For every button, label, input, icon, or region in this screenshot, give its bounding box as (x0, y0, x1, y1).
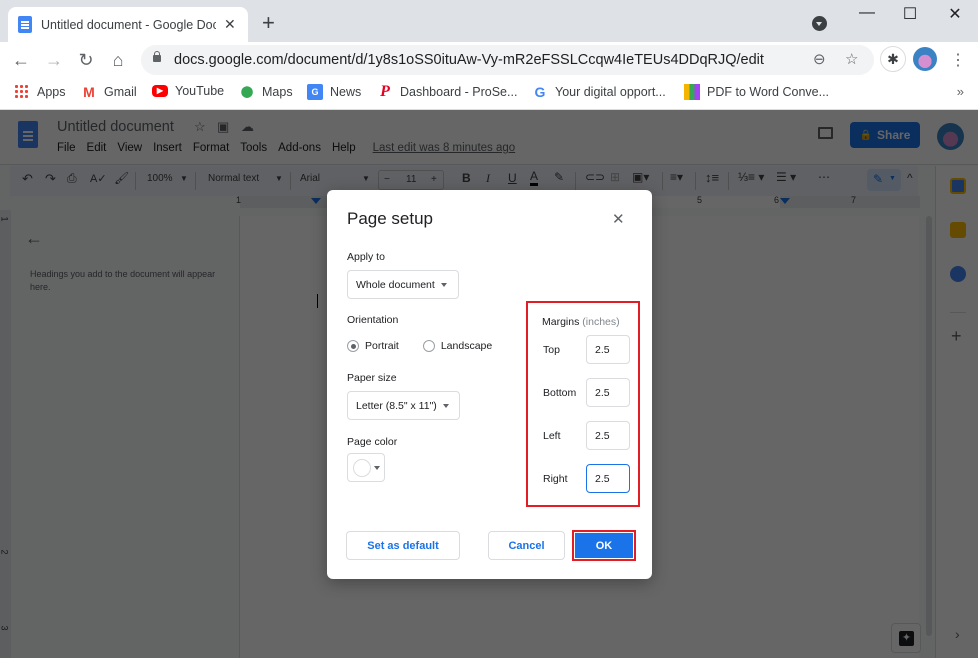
maps-icon: ⬤ (240, 86, 254, 98)
close-dialog-icon[interactable]: ✕ (612, 210, 625, 228)
bookmark-dashboard[interactable]: P Dashboard - ProSe... (377, 84, 517, 100)
set-as-default-button[interactable]: Set as default (346, 531, 460, 560)
dialog-title: Page setup (347, 209, 434, 228)
more-bookmarks-icon[interactable]: » (957, 84, 964, 99)
bookmarks-bar: Apps M Gmail ▶ YouTube ⬤ Maps G News P D… (0, 78, 978, 110)
bottom-margin-input[interactable] (586, 378, 630, 407)
reload-button[interactable]: ↻ (74, 48, 98, 72)
apply-to-value: Whole document (356, 278, 435, 291)
margins-units: (inches) (582, 316, 620, 328)
paper-size-select[interactable]: Letter (8.5" x 11") (347, 391, 460, 420)
lock-icon (153, 51, 161, 62)
chevron-down-icon (374, 465, 380, 470)
orientation-options: Portrait Landscape (347, 340, 492, 352)
address-bar[interactable]: docs.google.com/document/d/1y8s1oSS0ituA… (141, 45, 874, 75)
margins-highlight: Margins (inches) Top Bottom Left Right (526, 301, 640, 507)
pdf-converter-icon (684, 84, 700, 100)
gmail-icon: M (83, 84, 95, 100)
browser-tab[interactable]: Untitled document - Google Docs ✕ (8, 7, 248, 42)
left-margin-input[interactable] (586, 421, 630, 450)
docs-icon (18, 16, 32, 33)
forward-button[interactable]: → (42, 48, 66, 72)
bookmark-gmail[interactable]: M Gmail (81, 84, 137, 100)
margins-heading: Margins (542, 316, 580, 328)
bookmark-label: Maps (262, 85, 293, 99)
bookmark-digital[interactable]: G Your digital opport... (532, 84, 666, 100)
color-swatch (353, 458, 371, 477)
paper-size-label: Paper size (347, 372, 397, 384)
portrait-radio[interactable] (347, 340, 359, 352)
tab-search-icon[interactable] (812, 16, 827, 31)
portrait-label[interactable]: Portrait (365, 340, 399, 352)
top-margin-input[interactable] (586, 335, 630, 364)
chevron-down-icon (440, 282, 447, 287)
landscape-label[interactable]: Landscape (441, 340, 492, 352)
bookmark-label: News (330, 85, 362, 99)
minimize-button[interactable]: — (852, 4, 882, 22)
bookmark-label: YouTube (175, 84, 225, 98)
bookmark-pdf[interactable]: PDF to Word Conve... (684, 84, 829, 100)
bookmark-apps[interactable]: Apps (14, 84, 66, 100)
page-setup-dialog: Page setup ✕ Apply to Whole document Ori… (327, 190, 652, 579)
close-window-button[interactable]: ✕ (940, 4, 970, 24)
margins-title: Margins (inches) (542, 316, 620, 328)
bookmark-label: PDF to Word Conve... (707, 85, 830, 99)
zoom-icon[interactable]: ⊖ (813, 50, 826, 68)
landscape-radio[interactable] (422, 340, 435, 352)
youtube-icon: ▶ (152, 85, 168, 97)
right-margin-input[interactable] (586, 464, 630, 493)
bookmark-news[interactable]: G News (307, 84, 361, 100)
browser-tabstrip: Untitled document - Google Docs ✕ + — ☐ … (0, 0, 978, 42)
url-text[interactable]: docs.google.com/document/d/1y8s1oSS0ituA… (174, 52, 764, 68)
page-color-picker[interactable] (347, 453, 385, 482)
tab-title: Untitled document - Google Docs (41, 17, 216, 32)
cancel-button[interactable]: Cancel (488, 531, 565, 560)
left-margin-label: Left (543, 430, 561, 442)
apply-to-select[interactable]: Whole document (347, 270, 459, 299)
top-margin-label: Top (543, 344, 560, 356)
google-icon: G (534, 84, 546, 100)
close-tab-icon[interactable]: ✕ (224, 16, 236, 33)
bottom-margin-label: Bottom (543, 387, 577, 399)
home-button[interactable]: ⌂ (106, 48, 130, 72)
bookmark-maps[interactable]: ⬤ Maps (239, 84, 293, 100)
news-icon: G (307, 84, 323, 100)
right-margin-label: Right (543, 473, 568, 485)
profile-avatar[interactable] (913, 47, 937, 71)
bookmark-youtube[interactable]: ▶ YouTube (152, 84, 224, 98)
pinterest-icon: P (380, 83, 390, 100)
bookmark-label: Apps (37, 85, 66, 99)
back-button[interactable]: ← (9, 48, 33, 72)
bookmark-label: Your digital opport... (555, 85, 666, 99)
new-tab-button[interactable]: + (262, 12, 275, 34)
paper-size-value: Letter (8.5" x 11") (356, 399, 437, 412)
ok-button[interactable]: OK (575, 533, 633, 558)
bookmark-label: Dashboard - ProSe... (400, 85, 518, 99)
apply-to-label: Apply to (347, 251, 385, 263)
bookmark-star-icon[interactable]: ☆ (845, 50, 858, 68)
extensions-icon[interactable]: ✱ (880, 46, 906, 72)
maximize-button[interactable]: ☐ (895, 4, 925, 24)
bookmark-label: Gmail (104, 85, 137, 99)
apps-icon (14, 84, 30, 100)
browser-menu-icon[interactable]: ⋮ (950, 50, 966, 70)
chevron-down-icon (442, 403, 449, 408)
page-color-label: Page color (347, 436, 398, 448)
browser-navbar: ← → ↻ ⌂ docs.google.com/document/d/1y8s1… (0, 42, 978, 78)
orientation-label: Orientation (347, 314, 399, 326)
